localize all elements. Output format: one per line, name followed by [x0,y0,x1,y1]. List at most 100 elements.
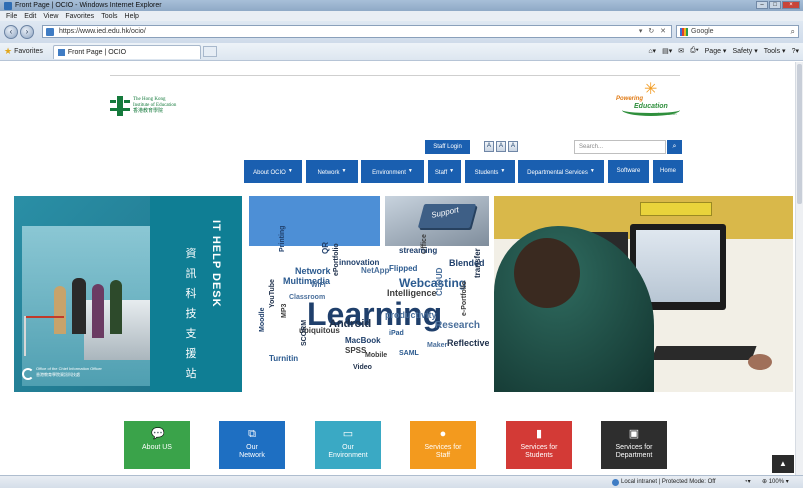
photo-rope [24,316,64,318]
banner-computer-lab-photo [494,196,793,392]
zh-char: 支 [185,328,197,340]
browser-search-box[interactable]: Google ⌕ [676,25,799,38]
font-medium-button[interactable]: A [496,141,506,152]
quick-link-label: Services for [424,444,462,451]
search-icon[interactable]: ⌕ [791,26,795,37]
caret-down-icon: ▼ [407,168,413,174]
command-safety[interactable]: Safety ▾ [732,47,757,55]
photo-person [92,284,104,338]
browser-tab[interactable]: Front Page | OCIO [52,44,201,59]
zh-char: 資 [185,248,197,260]
nav-item-students[interactable]: Students ▼ [465,160,515,183]
quick-link-services-for-students[interactable]: ▮ Services for Students [506,421,572,469]
new-tab-button[interactable] [202,46,217,57]
quick-link-about-us[interactable]: 💬 About US [124,421,190,469]
back-to-top-button[interactable]: ▲ [772,455,794,473]
site-search-input[interactable]: Search... [574,140,666,154]
nav-item-departmental-services[interactable]: Departmental Services ▼ [518,160,604,183]
protected-mode-icon[interactable]: ◔▾ [744,476,751,488]
quick-link-label: Network [239,452,265,459]
menu-favorites[interactable]: Favorites [65,13,94,20]
nav-item-label: About OCIO [253,170,286,176]
nav-item-network[interactable]: Network ▼ [306,160,358,183]
caret-down-icon: ▼ [589,168,595,174]
help-icon[interactable]: ?▾ [792,47,799,55]
back-button[interactable]: ‹ [4,25,18,39]
word-cloud-term: ePortfolio [333,243,340,276]
close-button[interactable]: × [782,1,800,9]
zh-char: 技 [185,308,197,320]
window-title: Front Page | OCIO - Windows Internet Exp… [15,2,162,9]
powering-education-logo: ✳ Powering Education Innovation [612,82,682,124]
scrollbar-thumb[interactable] [797,64,802,204]
help-desk-sign: IT HELP DESK [210,220,222,308]
mail-icon[interactable]: ✉ [678,47,684,55]
chat-icon: 💬 [151,428,165,440]
nav-item-about-ocio[interactable]: About OCIO ▼ [244,160,302,183]
page-icon [46,28,54,36]
nav-item-label: Environment [372,170,406,176]
caret-down-icon: ▼ [449,168,455,174]
keyboard-photo: Support [385,196,489,246]
banner-blue-block [249,196,380,246]
word-cloud-term: WiFi [311,282,326,289]
word-cloud-term: QR [321,242,330,254]
quick-link-our-environment[interactable]: ▭ Our Environment [315,421,381,469]
quick-link-label: Environment [328,452,368,459]
quick-link-services-for-staff[interactable]: ● Services for Staff [410,421,476,469]
quick-link-label: Staff [435,452,451,459]
zoom-level[interactable]: ⊕ 100% ▾ [762,476,789,488]
site-search-button[interactable]: ⌕ [667,140,682,154]
maximize-button[interactable]: □ [769,1,781,9]
favorites-button[interactable]: ★ Favorites [4,46,43,57]
arrow-up-icon: ▲ [779,459,787,468]
nav-item-software[interactable]: Software [608,160,649,183]
home-icon[interactable]: ⌂▾ [648,47,656,55]
photo-post [24,316,26,356]
favorites-label: Favorites [14,48,43,55]
minimize-button[interactable]: – [756,1,768,9]
menu-help[interactable]: Help [125,13,139,20]
photo-person [54,286,66,334]
window-title-bar: Front Page | OCIO - Windows Internet Exp… [0,0,803,11]
quick-link-services-for-department[interactable]: ▣ Services for Department [601,421,667,469]
vertical-scrollbar[interactable] [795,62,803,475]
status-bar: Local intranet | Protected Mode: Off ◔▾ … [0,475,803,488]
header-divider [110,75,680,76]
globe-icon [612,478,619,486]
address-tools[interactable]: ▾ ↻ ✕ [639,26,668,37]
menu-tools[interactable]: Tools [101,13,117,20]
menu-file[interactable]: File [6,13,17,20]
briefcase-icon: ▣ [628,428,640,440]
font-large-button[interactable]: A [508,141,518,152]
word-cloud-term: Mobile [365,352,388,359]
font-small-button[interactable]: A [484,141,494,152]
nav-item-staff[interactable]: Staff ▼ [428,160,461,183]
print-icon[interactable]: ⎙▾ [690,47,699,55]
word-cloud-term: e-Portfolio [461,281,468,316]
font-size-controls: A A A [484,141,518,152]
feeds-icon[interactable]: ▤▾ [662,47,672,55]
zh-char: 科 [185,288,197,300]
ocio-label-zh: 香港教育學院資訊科技處 [36,372,80,377]
forward-button[interactable]: › [20,25,34,39]
ied-logo[interactable]: The Hong Kong Institute of Education 香港教… [110,95,192,117]
network-icon: ⧉ [248,428,256,440]
command-tools[interactable]: Tools ▾ [764,47,786,55]
help-desk-chinese-sign: 資 訊 科 技 支 援 站 [184,244,198,384]
ied-logo-text: The Hong Kong Institute of Education 香港教… [133,97,176,115]
address-bar[interactable]: https://www.ied.edu.hk/ocio/ ▾ ↻ ✕ [42,25,672,38]
word-cloud-term: Classroom [289,294,326,301]
menu-bar: File Edit View Favorites Tools Help [0,11,803,21]
pe-logo-line1: Powering [616,96,644,102]
nav-item-environment[interactable]: Environment ▼ [361,160,424,183]
menu-edit[interactable]: Edit [24,13,36,20]
quick-link-label: Services for [615,444,653,451]
menu-view[interactable]: View [43,13,58,20]
staff-login-button[interactable]: Staff Login [425,140,470,154]
command-page[interactable]: Page ▾ [705,47,727,55]
nav-item-home[interactable]: Home [653,160,683,183]
caret-down-icon: ▼ [341,168,347,174]
quick-link-our-network[interactable]: ⧉ Our Network [219,421,285,469]
word-cloud-term: MP3 [281,303,288,318]
